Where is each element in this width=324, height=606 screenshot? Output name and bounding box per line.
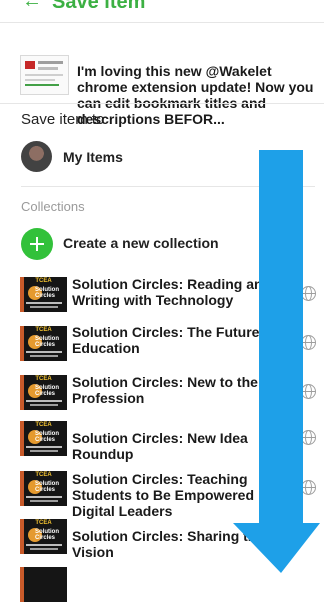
collection-thumbnail: TCEA Solution Circles <box>20 277 67 312</box>
divider <box>0 103 324 104</box>
collection-thumbnail <box>20 567 67 602</box>
globe-icon <box>301 430 316 445</box>
collections-heading: Collections <box>21 199 85 214</box>
my-items-option[interactable]: My Items <box>63 149 123 165</box>
collection-title: Solution Circles: Sharing the Vision <box>72 528 265 560</box>
globe-icon <box>301 335 316 350</box>
collection-title: Solution Circles: The Future of Educatio… <box>72 324 277 356</box>
globe-icon <box>301 384 316 399</box>
collection-thumbnail: TCEA Solution Circles <box>20 326 67 361</box>
globe-icon <box>301 286 316 301</box>
divider <box>21 186 315 187</box>
collection-thumbnail: TCEA Solution Circles <box>20 519 67 554</box>
header: ← Save item <box>0 0 324 22</box>
back-arrow-icon[interactable]: ← <box>22 0 42 13</box>
bookmark-preview: I'm loving this new @Wakelet chrome exte… <box>0 23 324 127</box>
collection-title: Solution Circles: New to the Profession <box>72 374 258 406</box>
collection-item[interactable]: TCEA Solution Circles Solution Circles: R… <box>0 272 324 316</box>
plus-icon[interactable] <box>21 228 53 260</box>
collection-thumbnail: TCEA Solution Circles <box>20 421 67 456</box>
collection-title: Solution Circles: New Idea Roundup <box>72 430 248 462</box>
preview-thumbnail <box>20 55 69 95</box>
avatar[interactable] <box>21 141 52 172</box>
collection-title: Solution Circles: Teaching Students to B… <box>72 471 255 519</box>
collection-item[interactable] <box>0 562 324 606</box>
collection-thumbnail: TCEA Solution Circles <box>20 471 67 506</box>
bookmark-title[interactable]: I'm loving this new @Wakelet chrome exte… <box>77 63 317 127</box>
collection-thumbnail: TCEA Solution Circles <box>20 375 67 410</box>
collection-item[interactable]: TCEA Solution Circles Solution Circles: S… <box>0 514 324 560</box>
collection-item[interactable]: TCEA Solution Circles Solution Circles: T… <box>0 466 324 519</box>
save-to-heading: Save item to <box>21 111 105 128</box>
collection-item[interactable]: TCEA Solution Circles Solution Circles: N… <box>0 370 324 414</box>
page-title: Save item <box>52 0 146 13</box>
create-collection-button[interactable]: Create a new collection <box>63 235 219 251</box>
collection-thumbnail-brand: TCEA <box>35 278 52 284</box>
collection-title: Solution Circles: Reading and Writing wi… <box>72 276 272 308</box>
collection-item[interactable]: TCEA Solution Circles Solution Circles: N… <box>0 416 324 462</box>
globe-icon <box>301 480 316 495</box>
collection-item[interactable]: TCEA Solution Circles Solution Circles: T… <box>0 321 324 365</box>
